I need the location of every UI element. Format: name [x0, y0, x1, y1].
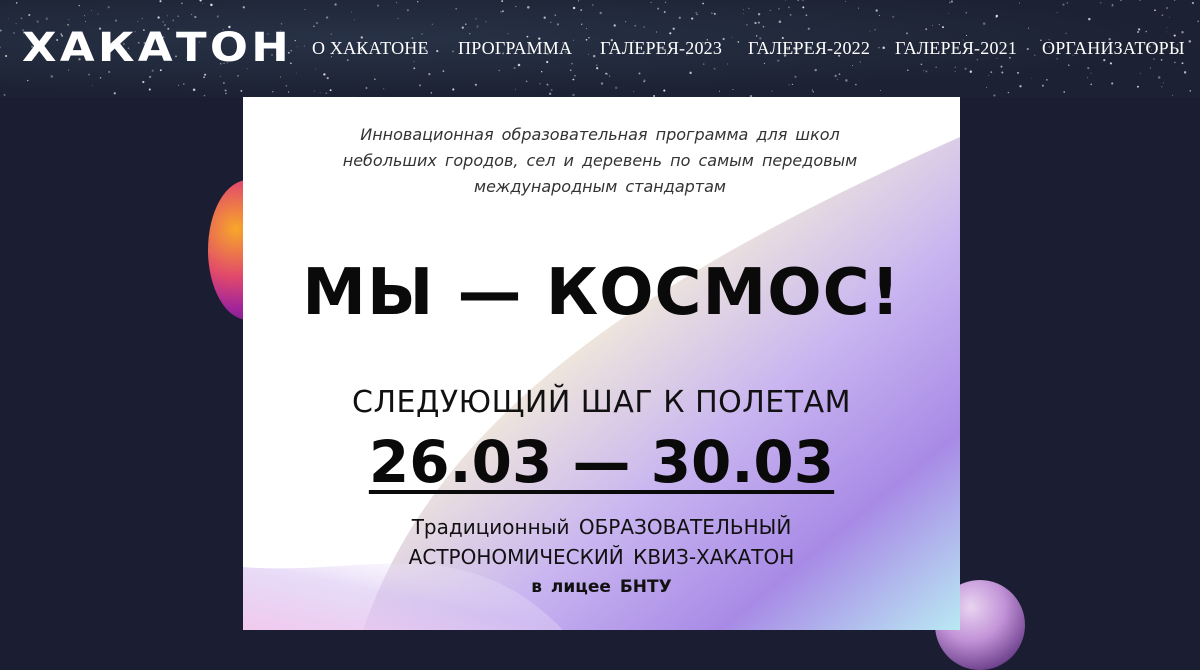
intro-line: Инновационная образовательная программа …: [360, 125, 840, 144]
description-line-3: в лицее БНТУ: [531, 577, 672, 597]
main-headline: МЫ — КОСМОС!: [302, 256, 901, 330]
nav-gallery-2023[interactable]: ГАЛЕРЕЯ-2023: [600, 36, 722, 60]
nav-about[interactable]: О ХАКАТОНЕ: [312, 36, 429, 60]
description-line-1: Традиционный ОБРАЗОВАТЕЛЬНЫЙ: [411, 515, 792, 539]
site-logo[interactable]: ХАКАТОН: [22, 26, 292, 70]
nav-organizers[interactable]: ОРГАНИЗАТОРЫ: [1042, 36, 1185, 60]
nav-gallery-2021[interactable]: ГАЛЕРЕЯ-2021: [895, 36, 1017, 60]
description-line-2: АСТРОНОМИЧЕСКИЙ КВИЗ-ХАКАТОН: [408, 545, 795, 569]
intro-line: небольших городов, сел и деревень по сам…: [342, 151, 858, 170]
event-description: Традиционный ОБРАЗОВАТЕЛЬНЫЙ АСТРОНОМИЧЕ…: [243, 512, 960, 602]
intro-line: международным стандартам: [474, 177, 726, 196]
nav-program[interactable]: ПРОГРАММА: [458, 36, 572, 60]
event-dates: 26.03 — 30.03: [368, 428, 835, 496]
nav-gallery-2022[interactable]: ГАЛЕРЕЯ-2022: [748, 36, 870, 60]
next-step-title: СЛЕДУЮЩИЙ ШАГ К ПОЛЕТАМ: [352, 385, 851, 420]
site-header: ХАКАТОН О ХАКАТОНЕ ПРОГРАММА ГАЛЕРЕЯ-202…: [0, 0, 1200, 97]
intro-text: Инновационная образовательная программа …: [300, 122, 900, 200]
